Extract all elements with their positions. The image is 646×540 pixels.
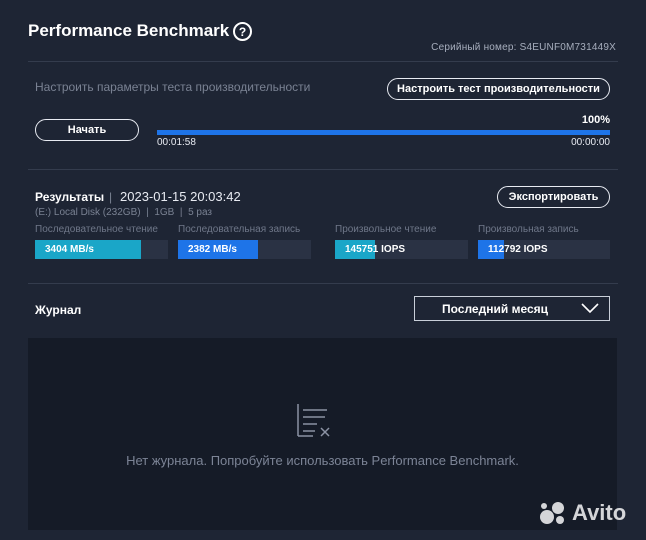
- metric-value: 3404 MB/s: [45, 244, 94, 255]
- results-date: 2023-01-15 20:03:42: [120, 189, 241, 204]
- page-title: Performance Benchmark: [28, 21, 230, 40]
- export-button[interactable]: Экспортировать: [497, 186, 610, 208]
- configure-test-button[interactable]: Настроить тест производительности: [387, 78, 610, 100]
- settings-hint: Настроить параметры теста производительн…: [35, 80, 311, 94]
- metric-bar-seq-write: 2382 MB/s: [178, 240, 311, 259]
- test-runs: 5 раз: [188, 207, 213, 218]
- log-empty-icon: [297, 404, 330, 437]
- metric-value: 112792 IOPS: [488, 244, 548, 255]
- help-icon[interactable]: ?: [233, 22, 252, 41]
- remaining-time: 00:00:00: [571, 137, 610, 148]
- progress-fill: [157, 130, 610, 135]
- results-separator: |: [109, 190, 113, 204]
- metric-label-seq-write: Последовательная запись: [178, 224, 301, 235]
- avito-logo-icon: [540, 502, 564, 524]
- disk-name: (E:) Local Disk (232GB): [35, 207, 141, 218]
- test-size: 1GB: [154, 207, 175, 218]
- benchmark-panel: Performance Benchmark ? Серийный номер: …: [0, 0, 646, 540]
- progress-percent: 100%: [581, 114, 610, 126]
- period-selected: Последний месяц: [442, 301, 549, 316]
- journal-area: Нет журнала. Попробуйте использовать Per…: [28, 338, 617, 530]
- avito-watermark: Avito: [538, 500, 626, 526]
- results-label: Результаты: [35, 190, 105, 204]
- elapsed-time: 00:01:58: [157, 137, 196, 148]
- serial-number: Серийный номер: S4EUNF0M731449X: [431, 42, 616, 53]
- divider: [28, 169, 618, 170]
- metric-bar-seq-read: 3404 MB/s: [35, 240, 168, 259]
- chevron-down-icon: [581, 303, 599, 314]
- metric-bar-rand-write: 112792 IOPS: [478, 240, 610, 259]
- journal-label: Журнал: [35, 303, 82, 317]
- metric-label-rand-read: Произвольное чтение: [335, 224, 437, 235]
- divider: [28, 283, 618, 284]
- metric-bar-rand-read: 145751 IOPS: [335, 240, 468, 259]
- metric-label-seq-read: Последовательное чтение: [35, 224, 158, 235]
- results-separator: |: [179, 207, 183, 218]
- results-separator: |: [146, 207, 149, 218]
- divider: [28, 61, 618, 62]
- empty-journal-text: Нет журнала. Попробуйте использовать Per…: [126, 453, 519, 468]
- metric-value: 145751 IOPS: [345, 244, 406, 255]
- metric-value: 2382 MB/s: [188, 244, 237, 255]
- progress-bar: [157, 130, 610, 135]
- results-details: (E:) Local Disk (232GB) | 1GB | 5 раз: [35, 207, 212, 218]
- start-button[interactable]: Начать: [35, 119, 139, 141]
- watermark-text: Avito: [572, 500, 627, 525]
- metric-label-rand-write: Произвольная запись: [478, 224, 579, 235]
- period-dropdown[interactable]: Последний месяц: [414, 296, 610, 321]
